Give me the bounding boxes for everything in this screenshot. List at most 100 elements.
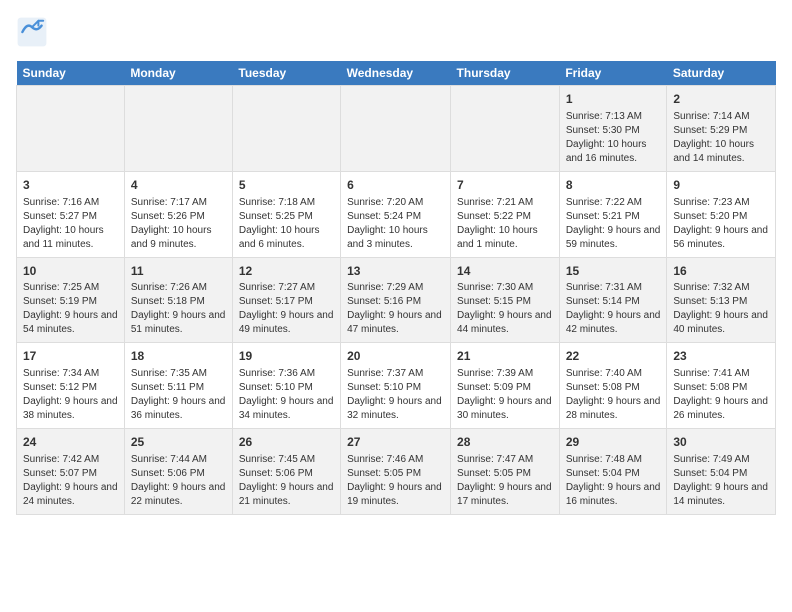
calendar-cell: 16Sunrise: 7:32 AM Sunset: 5:13 PM Dayli… xyxy=(667,257,776,343)
day-number: 1 xyxy=(566,91,661,108)
day-number: 19 xyxy=(239,348,334,365)
calendar-cell: 4 Sunrise: 7:17 AM Sunset: 5:26 PM Daylig… xyxy=(124,171,232,257)
calendar-cell: 27Sunrise: 7:46 AM Sunset: 5:05 PM Dayli… xyxy=(341,429,451,515)
calendar-cell: 30Sunrise: 7:49 AM Sunset: 5:04 PM Dayli… xyxy=(667,429,776,515)
day-info: Sunrise: 7:40 AM Sunset: 5:08 PM Dayligh… xyxy=(566,367,661,423)
day-number: 16 xyxy=(673,263,769,280)
calendar-cell: 22 Sunrise: 7:40 AM Sunset: 5:08 PM Dayli… xyxy=(559,343,667,429)
day-info: Sunrise: 7:18 AM Sunset: 5:25 PM Dayligh… xyxy=(239,196,334,252)
day-info: Sunrise: 7:37 AM Sunset: 5:10 PM Dayligh… xyxy=(347,367,444,423)
calendar-cell xyxy=(341,86,451,172)
weekday-header-thursday: Thursday xyxy=(451,61,560,86)
day-info: Sunrise: 7:21 AM Sunset: 5:22 PM Dayligh… xyxy=(457,196,553,252)
day-number: 22 xyxy=(566,348,661,365)
logo-icon xyxy=(16,16,48,53)
weekday-header-sunday: Sunday xyxy=(17,61,125,86)
day-number: 25 xyxy=(131,434,226,451)
calendar-cell xyxy=(451,86,560,172)
day-number: 24 xyxy=(23,434,118,451)
day-number: 11 xyxy=(131,263,226,280)
calendar-cell: 2 Sunrise: 7:14 AM Sunset: 5:29 PM Daylig… xyxy=(667,86,776,172)
calendar-cell: 29 Sunrise: 7:48 AM Sunset: 5:04 PM Dayli… xyxy=(559,429,667,515)
day-info: Sunrise: 7:39 AM Sunset: 5:09 PM Dayligh… xyxy=(457,367,553,423)
day-info: Sunrise: 7:42 AM Sunset: 5:07 PM Dayligh… xyxy=(23,453,118,509)
calendar-cell: 14Sunrise: 7:30 AM Sunset: 5:15 PM Dayli… xyxy=(451,257,560,343)
calendar-cell: 21Sunrise: 7:39 AM Sunset: 5:09 PM Dayli… xyxy=(451,343,560,429)
day-number: 23 xyxy=(673,348,769,365)
day-number: 12 xyxy=(239,263,334,280)
day-number: 26 xyxy=(239,434,334,451)
day-info: Sunrise: 7:27 AM Sunset: 5:17 PM Dayligh… xyxy=(239,281,334,337)
day-info: Sunrise: 7:45 AM Sunset: 5:06 PM Dayligh… xyxy=(239,453,334,509)
calendar-cell: 28 Sunrise: 7:47 AM Sunset: 5:05 PM Dayli… xyxy=(451,429,560,515)
day-number: 18 xyxy=(131,348,226,365)
calendar-cell: 10Sunrise: 7:25 AM Sunset: 5:19 PM Dayli… xyxy=(17,257,125,343)
calendar-cell: 20 Sunrise: 7:37 AM Sunset: 5:10 PM Dayli… xyxy=(341,343,451,429)
day-number: 7 xyxy=(457,177,553,194)
day-info: Sunrise: 7:34 AM Sunset: 5:12 PM Dayligh… xyxy=(23,367,118,423)
calendar-cell: 1 Sunrise: 7:13 AM Sunset: 5:30 PM Daylig… xyxy=(559,86,667,172)
day-number: 6 xyxy=(347,177,444,194)
calendar-cell: 15Sunrise: 7:31 AM Sunset: 5:14 PM Dayli… xyxy=(559,257,667,343)
day-info: Sunrise: 7:36 AM Sunset: 5:10 PM Dayligh… xyxy=(239,367,334,423)
day-number: 5 xyxy=(239,177,334,194)
day-info: Sunrise: 7:14 AM Sunset: 5:29 PM Dayligh… xyxy=(673,110,769,166)
calendar-cell: 12Sunrise: 7:27 AM Sunset: 5:17 PM Dayli… xyxy=(232,257,340,343)
day-info: Sunrise: 7:46 AM Sunset: 5:05 PM Dayligh… xyxy=(347,453,444,509)
day-info: Sunrise: 7:25 AM Sunset: 5:19 PM Dayligh… xyxy=(23,281,118,337)
day-number: 13 xyxy=(347,263,444,280)
day-info: Sunrise: 7:31 AM Sunset: 5:14 PM Dayligh… xyxy=(566,281,661,337)
calendar-cell: 7 Sunrise: 7:21 AM Sunset: 5:22 PM Daylig… xyxy=(451,171,560,257)
day-info: Sunrise: 7:48 AM Sunset: 5:04 PM Dayligh… xyxy=(566,453,661,509)
day-info: Sunrise: 7:32 AM Sunset: 5:13 PM Dayligh… xyxy=(673,281,769,337)
calendar-cell xyxy=(124,86,232,172)
day-number: 4 xyxy=(131,177,226,194)
calendar-cell xyxy=(232,86,340,172)
page-header xyxy=(16,16,776,53)
calendar-cell: 19 Sunrise: 7:36 AM Sunset: 5:10 PM Dayli… xyxy=(232,343,340,429)
day-info: Sunrise: 7:41 AM Sunset: 5:08 PM Dayligh… xyxy=(673,367,769,423)
calendar-cell: 9 Sunrise: 7:23 AM Sunset: 5:20 PM Daylig… xyxy=(667,171,776,257)
day-number: 17 xyxy=(23,348,118,365)
day-info: Sunrise: 7:26 AM Sunset: 5:18 PM Dayligh… xyxy=(131,281,226,337)
calendar-cell: 5 Sunrise: 7:18 AM Sunset: 5:25 PM Daylig… xyxy=(232,171,340,257)
day-info: Sunrise: 7:16 AM Sunset: 5:27 PM Dayligh… xyxy=(23,196,118,252)
day-info: Sunrise: 7:17 AM Sunset: 5:26 PM Dayligh… xyxy=(131,196,226,252)
weekday-header-wednesday: Wednesday xyxy=(341,61,451,86)
day-number: 30 xyxy=(673,434,769,451)
calendar-cell: 8 Sunrise: 7:22 AM Sunset: 5:21 PM Daylig… xyxy=(559,171,667,257)
day-info: Sunrise: 7:30 AM Sunset: 5:15 PM Dayligh… xyxy=(457,281,553,337)
day-info: Sunrise: 7:44 AM Sunset: 5:06 PM Dayligh… xyxy=(131,453,226,509)
calendar-cell xyxy=(17,86,125,172)
day-number: 8 xyxy=(566,177,661,194)
calendar-cell: 6 Sunrise: 7:20 AM Sunset: 5:24 PM Daylig… xyxy=(341,171,451,257)
calendar-cell: 13Sunrise: 7:29 AM Sunset: 5:16 PM Dayli… xyxy=(341,257,451,343)
day-number: 20 xyxy=(347,348,444,365)
calendar-cell: 17 Sunrise: 7:34 AM Sunset: 5:12 PM Dayli… xyxy=(17,343,125,429)
weekday-header-tuesday: Tuesday xyxy=(232,61,340,86)
day-info: Sunrise: 7:29 AM Sunset: 5:16 PM Dayligh… xyxy=(347,281,444,337)
calendar-cell: 24 Sunrise: 7:42 AM Sunset: 5:07 PM Dayli… xyxy=(17,429,125,515)
day-info: Sunrise: 7:47 AM Sunset: 5:05 PM Dayligh… xyxy=(457,453,553,509)
calendar-cell: 26 Sunrise: 7:45 AM Sunset: 5:06 PM Dayli… xyxy=(232,429,340,515)
day-number: 9 xyxy=(673,177,769,194)
day-info: Sunrise: 7:20 AM Sunset: 5:24 PM Dayligh… xyxy=(347,196,444,252)
day-number: 15 xyxy=(566,263,661,280)
day-number: 28 xyxy=(457,434,553,451)
logo xyxy=(16,16,54,53)
day-info: Sunrise: 7:13 AM Sunset: 5:30 PM Dayligh… xyxy=(566,110,661,166)
weekday-header-friday: Friday xyxy=(559,61,667,86)
calendar-cell: 23 Sunrise: 7:41 AM Sunset: 5:08 PM Dayli… xyxy=(667,343,776,429)
calendar-cell: 11Sunrise: 7:26 AM Sunset: 5:18 PM Dayli… xyxy=(124,257,232,343)
day-info: Sunrise: 7:23 AM Sunset: 5:20 PM Dayligh… xyxy=(673,196,769,252)
day-info: Sunrise: 7:35 AM Sunset: 5:11 PM Dayligh… xyxy=(131,367,226,423)
day-number: 29 xyxy=(566,434,661,451)
day-number: 2 xyxy=(673,91,769,108)
day-number: 3 xyxy=(23,177,118,194)
day-number: 10 xyxy=(23,263,118,280)
calendar-cell: 18 Sunrise: 7:35 AM Sunset: 5:11 PM Dayli… xyxy=(124,343,232,429)
calendar-table: SundayMondayTuesdayWednesdayThursdayFrid… xyxy=(16,61,776,515)
calendar-cell: 25 Sunrise: 7:44 AM Sunset: 5:06 PM Dayli… xyxy=(124,429,232,515)
day-number: 14 xyxy=(457,263,553,280)
day-info: Sunrise: 7:22 AM Sunset: 5:21 PM Dayligh… xyxy=(566,196,661,252)
